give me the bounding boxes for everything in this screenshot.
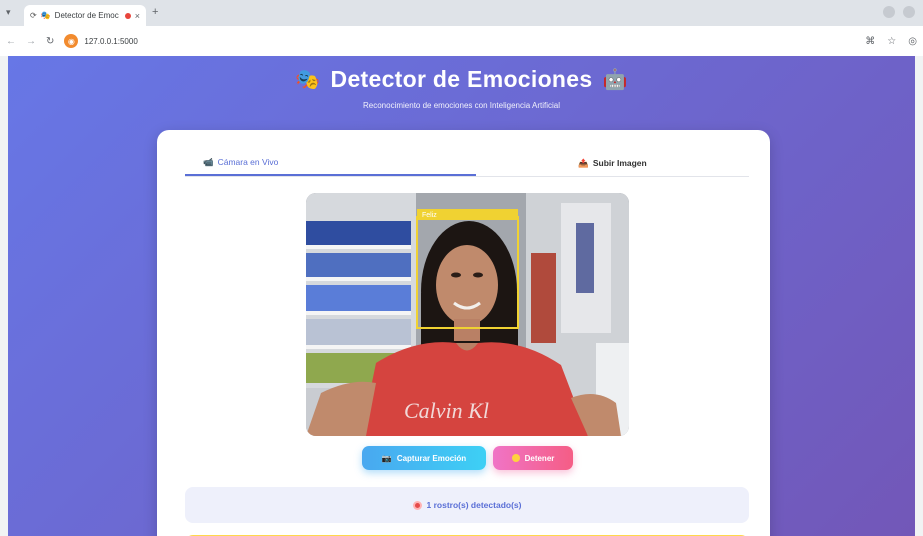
main-card: 📹 Cámara en Vivo 📤 Subir Imagen Calvin K… bbox=[157, 130, 770, 536]
translate-icon[interactable]: ⌘ bbox=[865, 36, 875, 47]
minimize-icon[interactable] bbox=[883, 6, 895, 18]
site-icon[interactable]: ◉ bbox=[64, 34, 79, 48]
browser-window: ▾ ⟳ 🎭 Detector de Emoc × + ← → ↻ ◉ 127.0… bbox=[0, 0, 923, 536]
forward-icon[interactable]: → bbox=[26, 36, 36, 47]
bookmark-star-icon[interactable]: ☆ bbox=[887, 36, 896, 47]
back-icon[interactable]: ← bbox=[6, 36, 16, 47]
robot-icon: 🤖 bbox=[602, 69, 628, 91]
video-camera-icon: 📹 bbox=[203, 156, 214, 167]
tab-label: Cámara en Vivo bbox=[217, 157, 279, 167]
new-tab-icon[interactable]: + bbox=[152, 6, 158, 18]
page-title: Detector de Emociones bbox=[330, 66, 593, 92]
tab-camera-live[interactable]: 📹 Cámara en Vivo bbox=[185, 150, 476, 176]
tab-title: Detector de Emoc bbox=[54, 11, 119, 20]
refresh-icon[interactable]: ↻ bbox=[46, 36, 54, 47]
tab-search-icon[interactable]: ▾ bbox=[6, 7, 11, 18]
close-window-icon[interactable] bbox=[903, 6, 915, 18]
reload-icon: ⟳ bbox=[30, 11, 37, 20]
browser-tab[interactable]: ⟳ 🎭 Detector de Emoc × bbox=[24, 5, 146, 26]
address-bar[interactable]: 127.0.0.1:5000 bbox=[84, 37, 137, 46]
stop-label: Detener bbox=[524, 453, 555, 463]
tab-label: Subir Imagen bbox=[592, 158, 647, 168]
tab-strip: ▾ ⟳ 🎭 Detector de Emoc × + bbox=[0, 0, 923, 26]
status-text: 1 rostro(s) detectado(s) bbox=[426, 500, 522, 510]
browser-toolbar: ← → ↻ ◉ 127.0.0.1:5000 ⌘ ☆ ◎ bbox=[0, 26, 923, 56]
app-header: 🎭 Detector de Emociones 🤖 Reconocimiento… bbox=[8, 66, 915, 110]
capture-label: Capturar Emoción bbox=[396, 453, 467, 463]
tab-upload-image[interactable]: 📤 Subir Imagen bbox=[476, 150, 749, 176]
upload-icon: 📤 bbox=[578, 157, 589, 168]
profile-icon[interactable]: ◎ bbox=[908, 36, 917, 47]
stop-button[interactable]: Detener bbox=[493, 446, 573, 470]
shirt-text: Calvin Kl bbox=[404, 398, 489, 423]
recording-icon bbox=[124, 12, 131, 19]
face-count-status: 1 rostro(s) detectado(s) bbox=[185, 487, 749, 523]
page-subtitle: Reconocimiento de emociones con Intelige… bbox=[363, 101, 560, 110]
close-tab-icon[interactable]: × bbox=[135, 11, 140, 21]
webcam-feed: Calvin Kl Feliz bbox=[306, 193, 629, 436]
camera-icon: 📷 bbox=[381, 453, 392, 463]
window-controls bbox=[883, 6, 915, 18]
emotion-label: Feliz bbox=[422, 212, 437, 219]
app-page: 🎭 Detector de Emociones 🤖 Reconocimiento… bbox=[8, 56, 915, 536]
capture-emotion-button[interactable]: 📷 Capturar Emoción bbox=[362, 446, 486, 470]
masks-icon: 🎭 bbox=[295, 69, 321, 91]
target-icon bbox=[412, 500, 422, 510]
favicon-icon: 🎭 bbox=[40, 11, 51, 20]
mode-tabs: 📹 Cámara en Vivo 📤 Subir Imagen bbox=[185, 150, 749, 177]
stop-icon bbox=[511, 454, 520, 462]
